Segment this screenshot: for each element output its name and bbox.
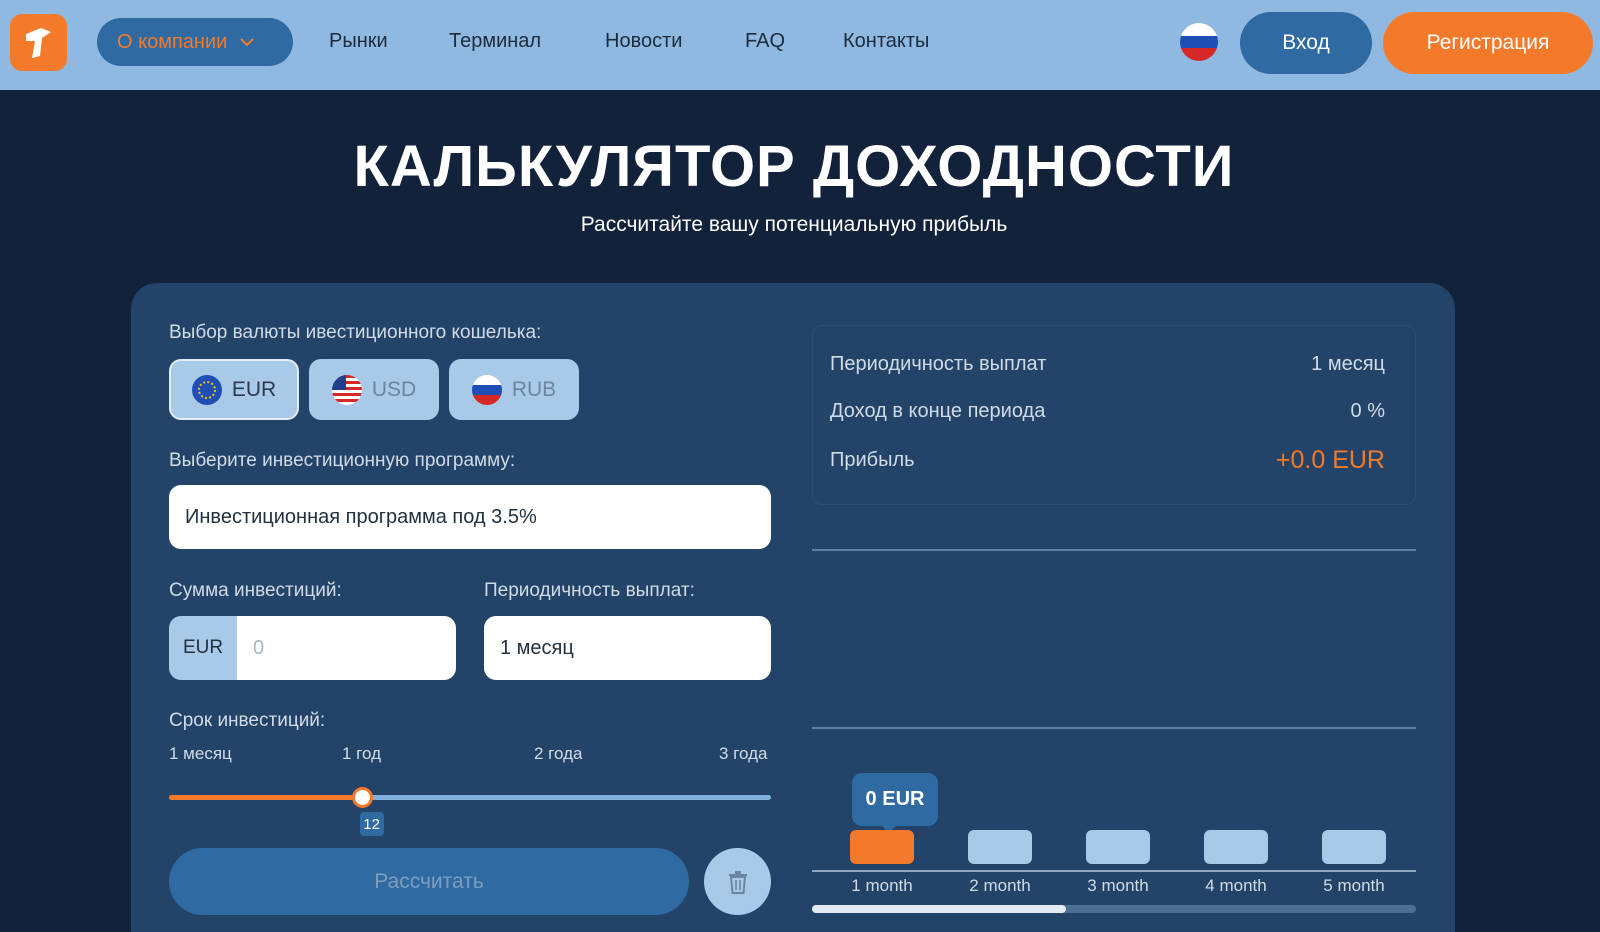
flag-eu-icon [191, 374, 222, 405]
amount-input[interactable] [237, 616, 456, 680]
summary-label: Доход в конце периода [830, 400, 1046, 422]
payout-select-value: 1 месяц [500, 636, 574, 659]
payout-select[interactable]: 1 месяц [484, 616, 771, 680]
chart-bar[interactable] [1204, 830, 1268, 864]
nav-link-contacts[interactable]: Контакты [843, 30, 929, 53]
chart-scrollbar-thumb[interactable] [812, 905, 1066, 913]
logo[interactable] [10, 14, 67, 71]
currency-eur-button[interactable]: EUR [169, 359, 299, 420]
chart-bar[interactable] [1322, 830, 1386, 864]
nav-link-faq[interactable]: FAQ [745, 30, 785, 53]
chart-tooltip: 0 EUR [852, 773, 938, 833]
login-button[interactable]: Вход [1240, 12, 1372, 74]
reset-button[interactable] [704, 848, 771, 915]
program-select[interactable]: Инвестиционная программа под 3.5% [169, 485, 771, 549]
chart-month-label: 3 month [1087, 876, 1149, 895]
chart-bar[interactable] [850, 830, 914, 864]
term-slider-handle[interactable] [351, 787, 373, 808]
currency-eur-label: EUR [231, 377, 277, 401]
summary-label: Прибыль [830, 449, 915, 471]
program-label: Выберите инвестиционную программу: [169, 450, 516, 471]
trash-icon [728, 870, 747, 894]
nav-link-markets[interactable]: Рынки [329, 30, 388, 53]
term-tick-3-years: 3 года [719, 744, 768, 763]
chart-bar[interactable] [968, 830, 1032, 864]
chart-month-label: 2 month [969, 876, 1031, 895]
amount-label: Сумма инвестиций: [169, 580, 342, 601]
currency-usd-button[interactable]: USD [309, 359, 439, 420]
chevron-down-icon [240, 38, 255, 47]
calculate-button[interactable]: Рассчитать [169, 848, 689, 915]
program-select-value: Инвестиционная программа под 3.5% [185, 505, 537, 528]
summary-row-profit: Прибыль +0.0 EUR [830, 446, 1385, 475]
divider [812, 549, 1416, 551]
summary-value: 1 месяц [1311, 353, 1385, 375]
currency-label: Выбор валюты ивестиционного кошелька: [169, 322, 542, 343]
summary-row-income: Доход в конце периода 0 % [830, 400, 1385, 423]
term-label: Срок инвестиций: [169, 710, 326, 731]
chart-month-label: 1 month [851, 876, 913, 895]
amount-currency-prefix: EUR [169, 616, 237, 680]
term-slider-fill [169, 795, 362, 800]
divider [812, 727, 1416, 729]
currency-rub-button[interactable]: RUB [449, 359, 579, 420]
nav-link-news[interactable]: Новости [605, 30, 682, 53]
page-subtitle: Рассчитайте вашу потенциальную прибыль [580, 213, 1008, 236]
currency-rub-label: RUB [511, 377, 557, 401]
payout-label: Периодичность выплат: [484, 580, 695, 601]
flag-ru-small-icon [471, 374, 502, 405]
page-title: КАЛЬКУЛЯТОР ДОХОДНОСТИ [353, 134, 1235, 199]
summary-row-payout: Периодичность выплат 1 месяц [830, 353, 1385, 376]
summary-label: Периодичность выплат [830, 353, 1047, 375]
term-slider-value: 12 [359, 812, 384, 836]
chart-baseline [812, 870, 1416, 872]
chart-month-label: 4 month [1205, 876, 1267, 895]
header: О компании Рынки Терминал Новости FAQ Ко… [0, 0, 1600, 90]
nav-about-label: О компании [117, 30, 228, 53]
currency-usd-label: USD [371, 377, 417, 401]
summary-value: 0 % [1350, 400, 1385, 422]
logo-icon [26, 28, 51, 58]
chart-bar[interactable] [1086, 830, 1150, 864]
nav-link-terminal[interactable]: Терминал [449, 30, 541, 53]
chart-month-label: 5 month [1323, 876, 1385, 895]
profit-value: +0.0 EUR [1275, 446, 1385, 474]
flag-ru-icon[interactable] [1180, 23, 1218, 61]
flag-us-icon [331, 374, 362, 405]
term-tick-2-years: 2 года [534, 744, 583, 763]
register-button[interactable]: Регистрация [1383, 12, 1593, 74]
term-tick-1-month: 1 месяц [169, 744, 232, 763]
nav-about-dropdown[interactable]: О компании [97, 18, 293, 66]
term-tick-1-year: 1 год [342, 744, 382, 763]
